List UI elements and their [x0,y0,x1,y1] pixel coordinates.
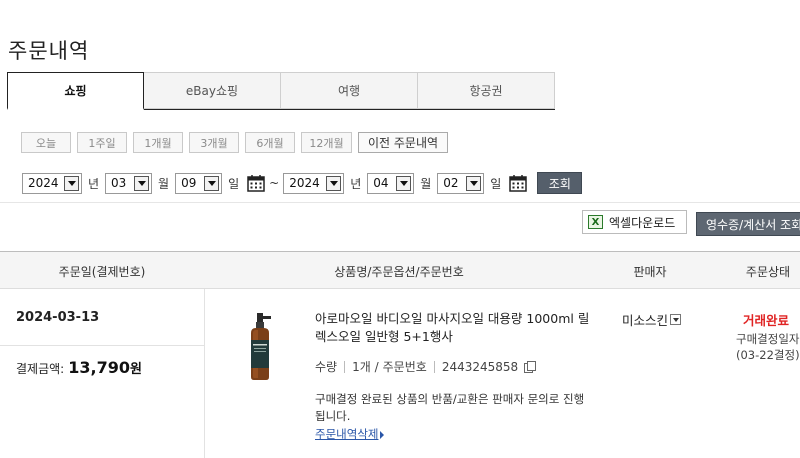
period-12month-button[interactable]: 12개월 [301,132,352,153]
tab-ebay-shopping[interactable]: eBay쇼핑 [143,72,281,109]
month-unit: 월 [158,176,170,191]
table-header: 주문일(결제번호) 상품명/주문옵션/주문번호 판매자 주문상태 [0,251,800,289]
year-unit: 년 [88,176,100,191]
purchase-confirm-date: (03-22결정) [736,348,800,362]
payment-label: 결제금액: [16,362,65,376]
column-divider [204,289,205,458]
status-detail: 구매결정일자 (03-22결정) [736,331,800,363]
month-unit: 월 [420,176,432,191]
header-status: 주문상태 [745,264,791,279]
row-divider [0,345,204,346]
divider [344,360,346,373]
end-month-value: 04 [373,176,389,190]
start-day-value: 09 [181,176,197,190]
divider [433,360,435,373]
year-unit: 년 [350,176,362,191]
calendar-icon[interactable] [509,174,528,192]
calendar-icon[interactable] [247,174,265,192]
product-name[interactable]: 아로마오일 바디오일 마사지오일 대용량 1000ml 릴렉스오일 일반형 5+… [315,310,590,346]
seller: 미소스킨 [622,310,682,329]
previous-orders-button[interactable]: 이전 주문내역 [358,132,448,153]
quantity-value: 1개 / [352,360,379,374]
payment-amount-row: 결제금액: 13,790 원 [16,358,142,377]
quantity-row: 수량 1개 / 주문번호 2443245858 [315,358,537,375]
end-year-value: 2024 [289,176,320,190]
header-product: 상품명/주문옵션/주문번호 [334,264,464,279]
quantity-label: 수량 [315,360,338,374]
tab-flight[interactable]: 항공권 [417,72,555,109]
product-image[interactable] [240,313,280,381]
start-day-select[interactable]: 09 [175,172,223,194]
order-status: 거래완료 [743,313,790,328]
payment-unit: 원 [129,362,142,377]
order-date: 2024-03-13 [16,310,100,325]
start-month-select[interactable]: 03 [105,172,153,194]
end-year-select[interactable]: 2024 [283,172,345,194]
excel-icon: X [588,215,603,229]
end-month-select[interactable]: 04 [367,172,415,194]
delete-order-label: 주문내역삭제 [315,427,379,441]
purchase-confirm-label: 구매결정일자 [736,332,800,346]
period-today-button[interactable]: 오늘 [21,132,71,153]
start-year-select[interactable]: 2024 [22,172,82,194]
end-day-select[interactable]: 02 [437,172,485,194]
return-notice: 구매결정 완료된 상품의 반품/교환은 판매자 문의로 진행됩니다. [315,392,585,423]
chevron-down-icon [326,175,342,191]
chevron-down-icon [64,175,79,191]
arrow-right-icon [380,430,385,439]
day-unit: 일 [228,176,240,191]
chevron-down-icon [134,175,150,191]
end-day-value: 02 [443,176,459,190]
copy-icon[interactable] [524,360,537,373]
chevron-down-icon[interactable] [670,314,682,325]
period-1week-button[interactable]: 1주일 [77,132,127,153]
date-range: 2024 년 03 월 09 일 ~ 2024 년 04 월 02 일 조회 [22,172,583,194]
chevron-down-icon [466,175,482,191]
seller-name[interactable]: 미소스킨 [622,310,668,329]
header-seller: 판매자 [633,264,667,279]
divider [0,202,800,203]
order-number-label: 주문번호 [382,360,427,374]
date-range-tilde: ~ [269,176,280,190]
start-year-value: 2024 [28,176,59,190]
payment-amount: 13,790 [68,358,130,377]
chevron-down-icon [204,175,220,191]
page-title: 주문내역 [8,39,90,63]
order-number: 2443245858 [441,359,519,374]
tab-travel[interactable]: 여행 [280,72,418,109]
period-3month-button[interactable]: 3개월 [189,132,239,153]
period-6month-button[interactable]: 6개월 [245,132,295,153]
chevron-down-icon [396,175,412,191]
excel-download-button[interactable]: X 엑셀다운로드 [582,210,687,234]
delete-order-link[interactable]: 주문내역삭제 [315,426,385,442]
search-button[interactable]: 조회 [537,172,583,194]
order-tabs: 쇼핑 eBay쇼핑 여행 항공권 [7,72,555,110]
receipt-lookup-button[interactable]: 영수증/계산서 조회 [696,212,800,236]
period-filter: 오늘 1주일 1개월 3개월 6개월 12개월 이전 주문내역 [21,132,448,153]
day-unit: 일 [490,176,502,191]
start-month-value: 03 [111,176,127,190]
header-order-date: 주문일(결제번호) [58,264,146,279]
period-1month-button[interactable]: 1개월 [133,132,183,153]
excel-download-label: 엑셀다운로드 [609,215,676,230]
tab-shopping[interactable]: 쇼핑 [7,72,144,110]
